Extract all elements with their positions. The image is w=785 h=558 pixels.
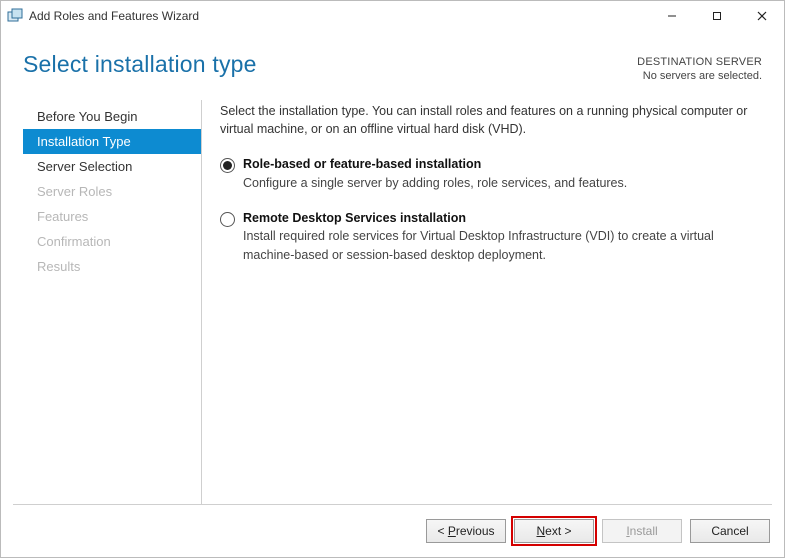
- intro-text: Select the installation type. You can in…: [220, 102, 758, 140]
- sidebar-item-server-roles: Server Roles: [23, 179, 201, 204]
- header: Select installation type DESTINATION SER…: [1, 31, 784, 88]
- install-button: Install: [602, 519, 682, 543]
- wizard-window: Add Roles and Features Wizard Select ins…: [0, 0, 785, 558]
- option-desc: Install required role services for Virtu…: [243, 227, 758, 265]
- option-desc: Configure a single server by adding role…: [243, 174, 627, 193]
- titlebar: Add Roles and Features Wizard: [1, 1, 784, 31]
- radio-icon[interactable]: [220, 212, 235, 227]
- sidebar-item-before-you-begin[interactable]: Before You Begin: [23, 104, 201, 129]
- btn-text: nstall: [630, 524, 658, 538]
- option-text: Remote Desktop Services installation Ins…: [243, 209, 758, 265]
- cancel-button[interactable]: Cancel: [690, 519, 770, 543]
- sidebar-item-results: Results: [23, 254, 201, 279]
- sidebar-item-installation-type[interactable]: Installation Type: [23, 129, 201, 154]
- destination-label: DESTINATION SERVER: [637, 55, 762, 69]
- option-title: Role-based or feature-based installation: [243, 155, 627, 174]
- option-remote-desktop[interactable]: Remote Desktop Services installation Ins…: [220, 209, 758, 265]
- main-content: Select the installation type. You can in…: [202, 100, 762, 504]
- option-title: Remote Desktop Services installation: [243, 209, 758, 228]
- sidebar-item-features: Features: [23, 204, 201, 229]
- app-icon: [7, 8, 23, 24]
- destination-block: DESTINATION SERVER No servers are select…: [637, 51, 762, 84]
- btn-text: <: [437, 524, 447, 538]
- sidebar: Before You Begin Installation Type Serve…: [23, 100, 202, 504]
- sidebar-item-confirmation: Confirmation: [23, 229, 201, 254]
- page-title: Select installation type: [23, 51, 637, 78]
- btn-text: N: [536, 524, 545, 538]
- body: Before You Begin Installation Type Serve…: [1, 88, 784, 504]
- window-title: Add Roles and Features Wizard: [29, 9, 199, 23]
- btn-text: revious: [456, 524, 495, 538]
- close-button[interactable]: [739, 1, 784, 31]
- option-text: Role-based or feature-based installation…: [243, 155, 627, 193]
- next-button[interactable]: Next >: [514, 519, 594, 543]
- sidebar-item-server-selection[interactable]: Server Selection: [23, 154, 201, 179]
- btn-text: P: [448, 524, 456, 538]
- minimize-button[interactable]: [649, 1, 694, 31]
- window-controls: [649, 1, 784, 31]
- radio-icon[interactable]: [220, 158, 235, 173]
- maximize-button[interactable]: [694, 1, 739, 31]
- destination-value: No servers are selected.: [637, 69, 762, 83]
- footer: < Previous Next > Install Cancel: [1, 505, 784, 557]
- btn-text: ext >: [545, 524, 571, 538]
- previous-button[interactable]: < Previous: [426, 519, 506, 543]
- option-role-based[interactable]: Role-based or feature-based installation…: [220, 155, 758, 193]
